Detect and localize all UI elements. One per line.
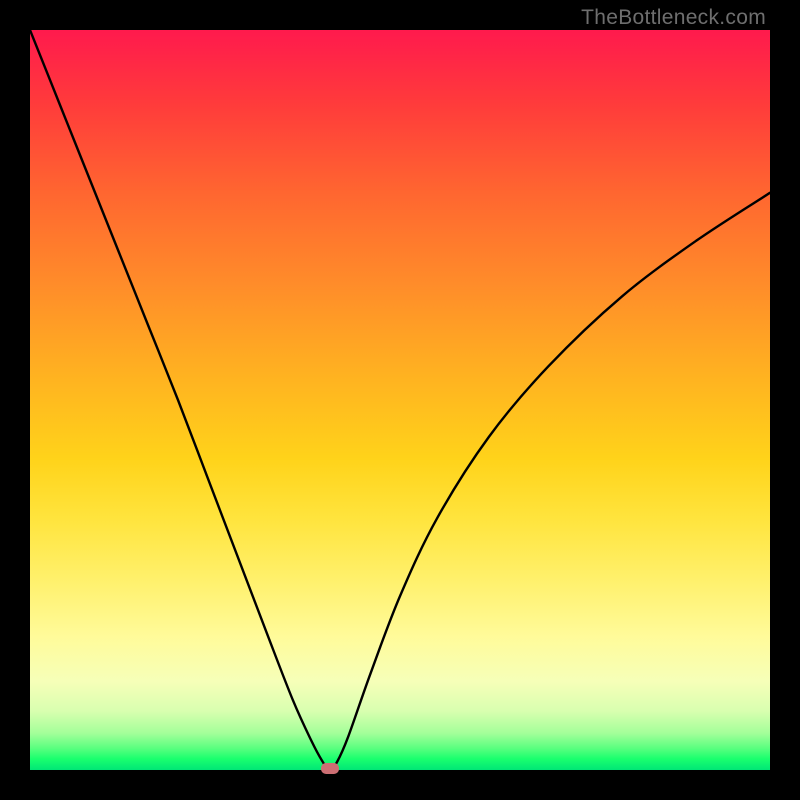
bottleneck-curve: [30, 30, 770, 770]
plot-area: [30, 30, 770, 770]
watermark-text: TheBottleneck.com: [581, 6, 766, 30]
chart-frame: TheBottleneck.com: [0, 0, 800, 800]
minimum-marker: [321, 763, 339, 774]
